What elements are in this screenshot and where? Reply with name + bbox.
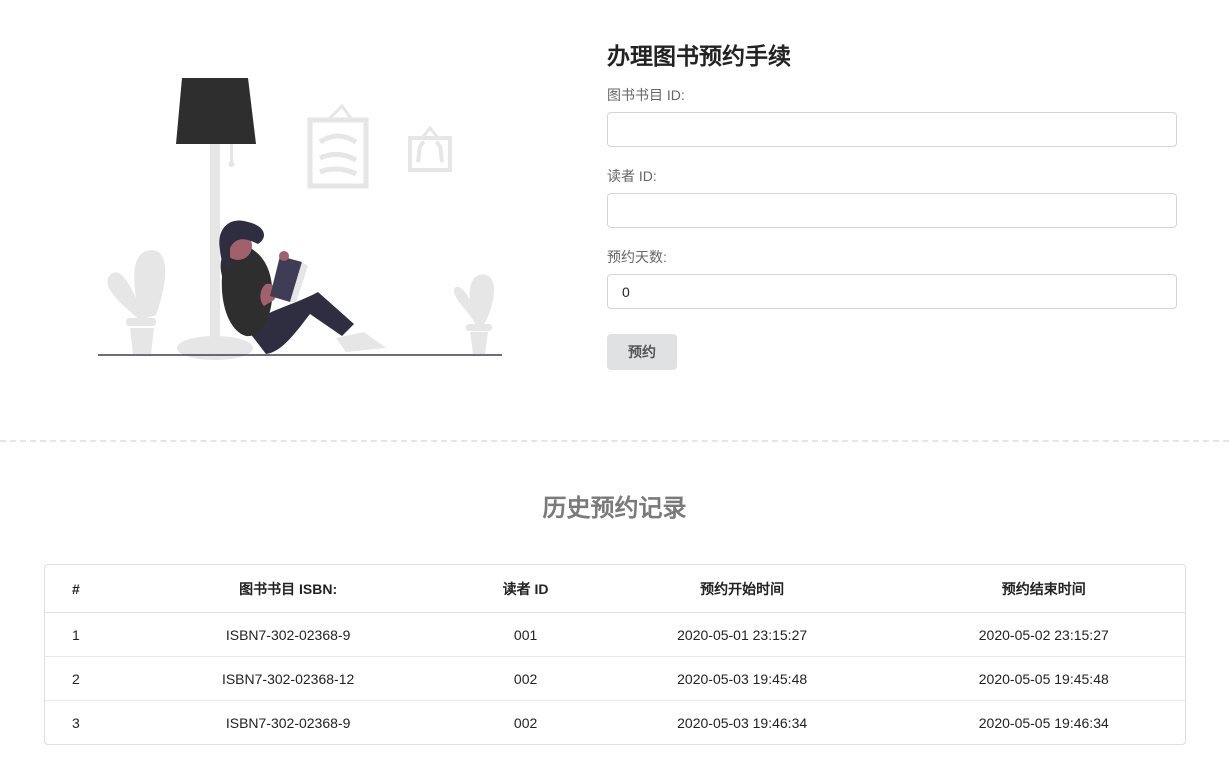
right-plant-icon <box>453 274 495 354</box>
row-end-time: 2020-05-05 19:45:48 <box>902 656 1185 701</box>
book-id-input[interactable] <box>607 112 1177 147</box>
row-isbn: ISBN7-302-02368-12 <box>106 656 470 701</box>
row-start-time: 2020-05-03 19:46:34 <box>581 700 903 744</box>
table-row: 3 ISBN7-302-02368-9 002 2020-05-03 19:46… <box>45 700 1185 744</box>
row-start-time: 2020-05-01 23:15:27 <box>677 626 808 643</box>
row-start-time: 2020-05-03 19:45:48 <box>581 656 903 701</box>
small-frame-icon <box>408 125 452 172</box>
picture-frame-icon <box>307 103 369 189</box>
left-plant-icon <box>107 250 166 354</box>
row-end-time: 2020-05-02 23:15:27 <box>978 626 1109 643</box>
column-header-isbn: 图书书目 ISBN: <box>106 565 470 613</box>
row-isbn: ISBN7-302-02368-9 <box>106 700 470 744</box>
reservation-days-label: 预约天数: <box>607 249 667 265</box>
reader-id-label: 读者 ID: <box>607 168 657 184</box>
reader-id-input[interactable] <box>607 193 1177 228</box>
history-title: 历史预约记录 <box>542 495 687 522</box>
row-index: 3 <box>45 700 107 744</box>
table-header-row: # 图书书目 ISBN: 读者 ID 预约开始时间 预约结束时间 <box>45 565 1185 613</box>
row-end-time: 2020-05-05 19:46:34 <box>902 700 1185 744</box>
history-table: # 图书书目 ISBN: 读者 ID 预约开始时间 预约结束时间 1 ISBN7… <box>45 565 1185 744</box>
column-header-start-time: 预约开始时间 <box>581 565 903 613</box>
column-header-reader-id: 读者 ID <box>469 565 582 613</box>
reservation-days-input[interactable] <box>607 274 1177 309</box>
row-reader-id: 001 <box>513 626 538 643</box>
column-header-index: # <box>45 565 107 613</box>
reservation-form: 办理图书预约手续 图书书目 ID: 读者 ID: 预约天数: 预约 <box>607 40 1177 370</box>
section-divider <box>0 440 1229 442</box>
table-row: 1 ISBN7-302-02368-9 001 2020-05-01 23:15… <box>45 613 1185 657</box>
book-id-label: 图书书目 ID: <box>607 87 685 103</box>
reading-woman-illustration <box>96 70 506 360</box>
table-row: 2 ISBN7-302-02368-12 002 2020-05-03 19:4… <box>45 656 1185 701</box>
woman-reading-icon <box>219 220 386 354</box>
page: 办理图书预约手续 图书书目 ID: 读者 ID: 预约天数: 预约 历史预约记录… <box>0 0 1229 780</box>
form-title: 办理图书预约手续 <box>607 43 791 69</box>
row-isbn: ISBN7-302-02368-9 <box>225 626 351 643</box>
row-index: 2 <box>45 656 107 701</box>
row-index: 1 <box>72 626 80 643</box>
reserve-button[interactable]: 预约 <box>607 334 677 370</box>
row-reader-id: 002 <box>469 656 582 701</box>
row-reader-id: 002 <box>469 700 582 744</box>
history-table-container: # 图书书目 ISBN: 读者 ID 预约开始时间 预约结束时间 1 ISBN7… <box>44 564 1186 745</box>
column-header-end-time: 预约结束时间 <box>902 565 1185 613</box>
